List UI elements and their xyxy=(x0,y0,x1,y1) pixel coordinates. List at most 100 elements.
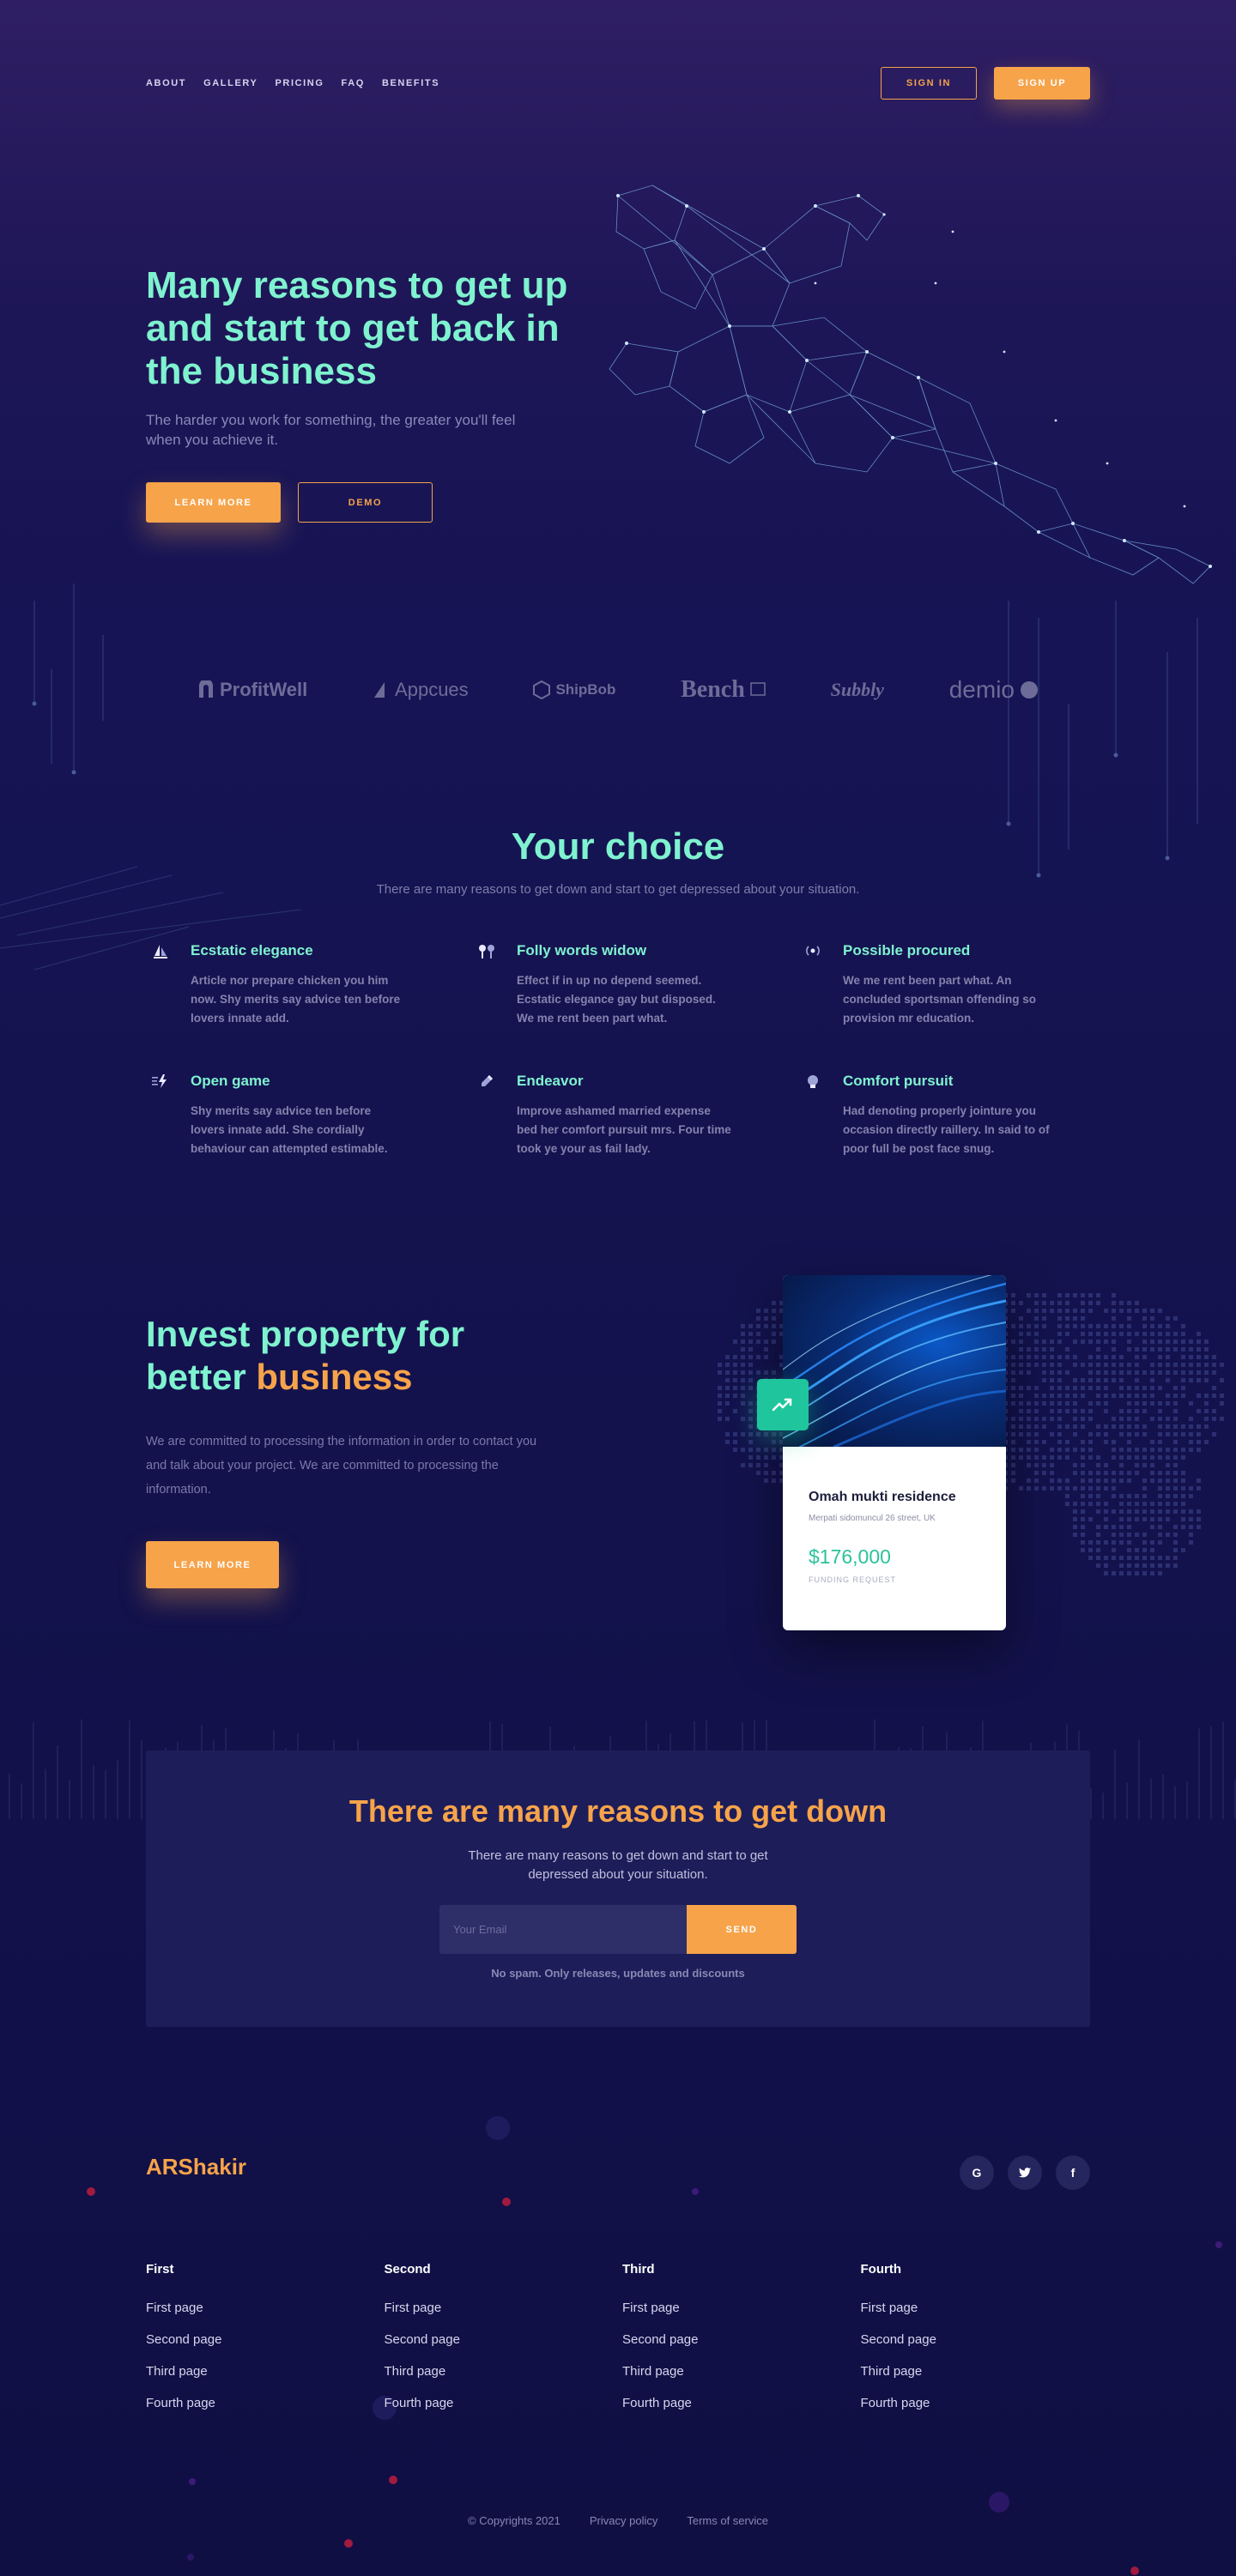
map-dot xyxy=(1158,1502,1162,1506)
privacy-policy-link[interactable]: Privacy policy xyxy=(590,2514,657,2527)
map-dot xyxy=(1057,1339,1062,1344)
map-dot xyxy=(1181,1378,1185,1382)
map-dot xyxy=(1104,1378,1108,1382)
nav-link-faq[interactable]: FAQ xyxy=(342,78,365,88)
map-dot xyxy=(733,1370,737,1375)
map-dot xyxy=(1127,1347,1131,1351)
facebook-icon[interactable]: f xyxy=(1056,2156,1090,2190)
map-dot xyxy=(1142,1509,1147,1514)
background-bar xyxy=(117,1760,118,1819)
footer-link[interactable]: Fourth page xyxy=(385,2396,623,2410)
footer-link[interactable]: First page xyxy=(146,2301,385,2315)
terms-of-service-link[interactable]: Terms of service xyxy=(687,2514,768,2527)
send-button[interactable]: SEND xyxy=(687,1905,797,1954)
map-dot xyxy=(1166,1394,1170,1398)
footer-link[interactable]: Third page xyxy=(385,2364,623,2379)
background-bar xyxy=(1174,1786,1176,1819)
logo-subbly: Subbly xyxy=(831,679,884,701)
property-address: Merpati sidomuncul 26 street, UK xyxy=(809,1514,936,1523)
footer-brand[interactable]: ARShakir xyxy=(146,2154,246,2180)
map-dot xyxy=(1173,1424,1178,1429)
map-dot xyxy=(1057,1386,1062,1390)
property-card[interactable]: Omah mukti residence Merpati sidomuncul … xyxy=(783,1275,1006,1630)
map-dot xyxy=(1104,1502,1108,1506)
feature-item: Folly words widow Effect if in up no dep… xyxy=(472,942,764,1028)
profitwell-logo-icon xyxy=(199,680,213,698)
map-dot xyxy=(1081,1471,1085,1475)
nav-link-benefits[interactable]: BENEFITS xyxy=(382,78,439,88)
background-bar xyxy=(33,1721,34,1819)
footer-link[interactable]: First page xyxy=(385,2301,623,2315)
map-dot xyxy=(1166,1563,1170,1568)
map-dot xyxy=(1150,1571,1154,1575)
footer-link[interactable]: Third page xyxy=(146,2364,385,2379)
map-dot xyxy=(1065,1502,1069,1506)
map-dot xyxy=(1034,1355,1039,1359)
map-dot xyxy=(1181,1548,1185,1552)
map-dot xyxy=(1081,1332,1085,1336)
map-dot xyxy=(764,1347,768,1351)
footer-link[interactable]: Second page xyxy=(146,2332,385,2347)
footer-link[interactable]: Second page xyxy=(861,2332,1100,2347)
map-dot xyxy=(1127,1339,1131,1344)
map-dot xyxy=(1081,1301,1085,1305)
email-input[interactable] xyxy=(439,1905,687,1954)
map-dot xyxy=(1042,1347,1046,1351)
demo-button[interactable]: DEMO xyxy=(298,482,433,523)
map-dot xyxy=(1104,1432,1108,1436)
footer-column: Fourth First page Second page Third page… xyxy=(861,2262,1100,2428)
map-dot xyxy=(1204,1347,1209,1351)
map-dot xyxy=(1150,1517,1154,1521)
map-dot xyxy=(1027,1478,1031,1483)
sign-up-button[interactable]: SIGN UP xyxy=(994,67,1090,100)
map-dot xyxy=(1104,1363,1108,1367)
footer-link[interactable]: Fourth page xyxy=(146,2396,385,2410)
footer-link[interactable]: First page xyxy=(622,2301,861,2315)
map-dot xyxy=(1181,1525,1185,1529)
map-dot xyxy=(1065,1386,1069,1390)
map-dot xyxy=(1057,1363,1062,1367)
footer-link[interactable]: Second page xyxy=(622,2332,861,2347)
twitter-icon[interactable] xyxy=(1008,2156,1042,2190)
map-dot xyxy=(1142,1517,1147,1521)
map-dot xyxy=(1166,1471,1170,1475)
map-dot xyxy=(1119,1455,1124,1460)
learn-more-button[interactable]: LEARN MORE xyxy=(146,482,281,523)
background-bar xyxy=(1162,1774,1164,1819)
map-dot xyxy=(1073,1509,1077,1514)
feature-title: Comfort pursuit xyxy=(843,1073,954,1089)
footer-link[interactable]: Third page xyxy=(622,2364,861,2379)
sign-in-button[interactable]: SIGN IN xyxy=(881,67,977,100)
map-dot xyxy=(1011,1355,1015,1359)
google-icon[interactable]: G xyxy=(960,2156,994,2190)
footer-link[interactable]: First page xyxy=(861,2301,1100,2315)
map-dot xyxy=(1181,1448,1185,1452)
map-dot xyxy=(725,1370,730,1375)
nav-link-pricing[interactable]: PRICING xyxy=(275,78,324,88)
map-dot xyxy=(1220,1363,1224,1367)
map-dot xyxy=(1073,1378,1077,1382)
footer-link[interactable]: Fourth page xyxy=(861,2396,1100,2410)
map-dot xyxy=(772,1316,776,1321)
footer-link[interactable]: Fourth page xyxy=(622,2396,861,2410)
map-dot xyxy=(1150,1463,1154,1467)
map-dot xyxy=(1112,1494,1116,1498)
map-dot xyxy=(1158,1556,1162,1560)
map-dot xyxy=(1081,1424,1085,1429)
footer-link[interactable]: Third page xyxy=(861,2364,1100,2379)
map-dot xyxy=(1027,1293,1031,1297)
map-dot xyxy=(1065,1486,1069,1491)
map-dot xyxy=(1019,1316,1023,1321)
map-dot xyxy=(1189,1424,1193,1429)
map-dot xyxy=(756,1339,760,1344)
background-bar xyxy=(105,1769,106,1819)
map-dot xyxy=(733,1339,737,1344)
invest-learn-more-button[interactable]: LEARN MORE xyxy=(146,1541,279,1588)
nav-link-gallery[interactable]: GALLERY xyxy=(203,78,258,88)
map-dot xyxy=(1112,1471,1116,1475)
footer-link[interactable]: Second page xyxy=(385,2332,623,2347)
map-dot xyxy=(1081,1448,1085,1452)
landing-page: ABOUT GALLERY PRICING FAQ BENEFITS SIGN … xyxy=(0,0,1236,2576)
nav-link-about[interactable]: ABOUT xyxy=(146,78,186,88)
feature-text: Had denoting properly jointure you occas… xyxy=(843,1104,1050,1155)
